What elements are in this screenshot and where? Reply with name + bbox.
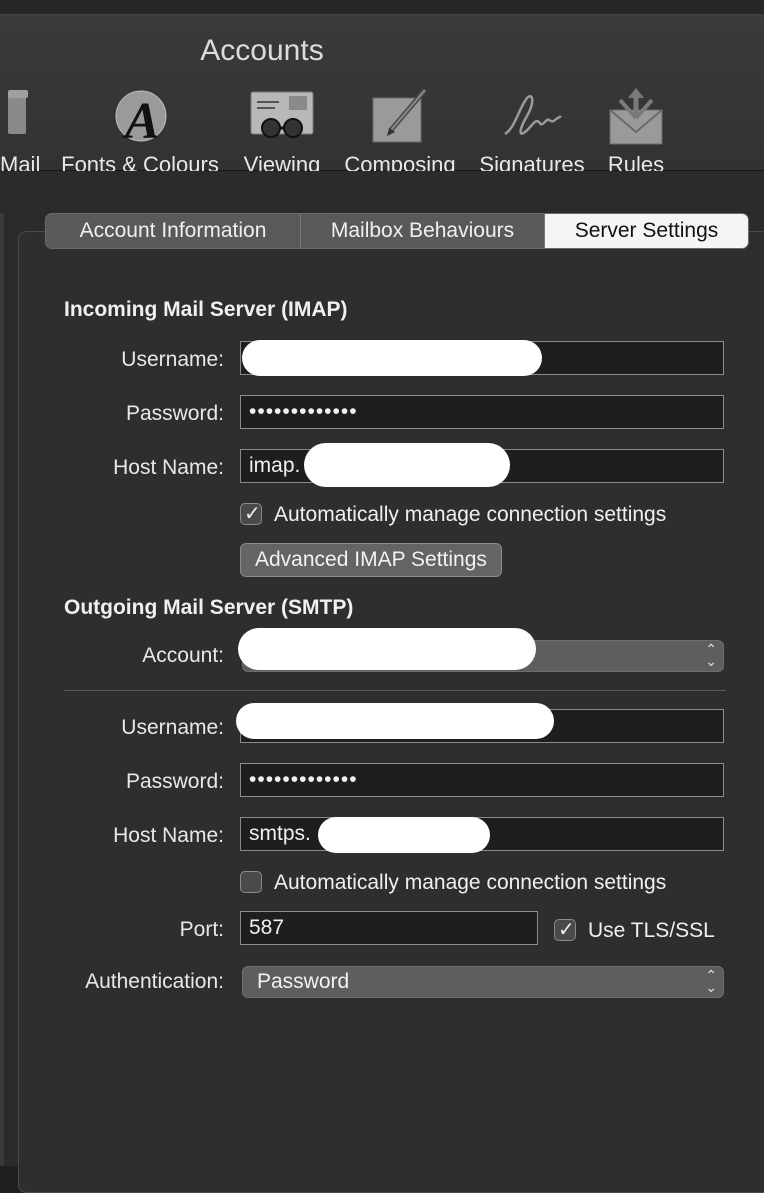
incoming-host-label: Host Name: [113, 456, 224, 479]
incoming-password-field[interactable]: ••••••••••••• [240, 395, 724, 429]
incoming-username-label: Username: [121, 348, 224, 371]
outgoing-password-field[interactable]: ••••••••••••• [240, 763, 724, 797]
authentication-label: Authentication: [85, 970, 224, 993]
fonts-icon: A [111, 88, 169, 152]
outgoing-username-label: Username: [121, 716, 224, 739]
up-down-chevron-icon: ⌃ ⌄ [705, 967, 717, 995]
outgoing-host-value: smtps. [249, 822, 311, 845]
port-field[interactable]: 587 [240, 911, 538, 945]
settings-tabs: Account Information Mailbox Behaviours S… [45, 213, 749, 249]
tls-ssl-label: Use TLS/SSL [588, 919, 715, 942]
preferences-toolbar: Accounts Mail A Fonts & Colours Viewing … [0, 16, 764, 177]
redaction-mark [242, 340, 542, 376]
outgoing-section-title: Outgoing Mail Server (SMTP) [64, 596, 354, 619]
redaction-mark [304, 443, 510, 487]
outgoing-account-label: Account: [142, 644, 224, 667]
incoming-password-value: ••••••••••••• [249, 400, 358, 423]
svg-text:A: A [122, 93, 160, 146]
rules-icon [606, 88, 666, 154]
tls-ssl-checkbox[interactable]: ✓ [554, 919, 576, 941]
port-label: Port: [179, 918, 224, 941]
authentication-popup[interactable]: Password ⌃ ⌄ [242, 966, 724, 998]
redaction-mark [236, 703, 554, 739]
composing-icon [369, 88, 431, 152]
authentication-value: Password [257, 970, 350, 993]
redaction-mark [238, 628, 536, 670]
mail-icon [8, 88, 30, 142]
checkmark-icon: ✓ [244, 503, 261, 525]
checkmark-icon: ✓ [558, 919, 575, 941]
viewing-icon [249, 88, 315, 150]
up-down-chevron-icon: ⌃ ⌄ [705, 641, 717, 669]
incoming-section-title: Incoming Mail Server (IMAP) [64, 298, 348, 321]
tab-mailbox-behaviours[interactable]: Mailbox Behaviours [301, 214, 545, 248]
incoming-auto-manage-label: Automatically manage connection settings [274, 503, 667, 526]
outgoing-password-label: Password: [125, 770, 224, 793]
outgoing-host-label: Host Name: [113, 824, 224, 847]
redaction-mark [318, 817, 490, 853]
advanced-imap-settings-button[interactable]: Advanced IMAP Settings [240, 543, 502, 577]
port-value: 587 [249, 916, 285, 939]
tab-account-information[interactable]: Account Information [46, 214, 301, 248]
section-divider [64, 690, 726, 691]
incoming-password-label: Password: [125, 402, 224, 425]
incoming-host-value: imap. [249, 454, 301, 477]
window-title: Accounts [200, 34, 324, 67]
outgoing-auto-manage-checkbox[interactable] [240, 871, 262, 893]
incoming-auto-manage-checkbox[interactable]: ✓ [240, 503, 262, 525]
signature-icon [499, 88, 565, 152]
outgoing-password-value: ••••••••••••• [249, 768, 358, 791]
outgoing-auto-manage-label: Automatically manage connection settings [274, 871, 667, 894]
tab-server-settings[interactable]: Server Settings [545, 214, 748, 248]
